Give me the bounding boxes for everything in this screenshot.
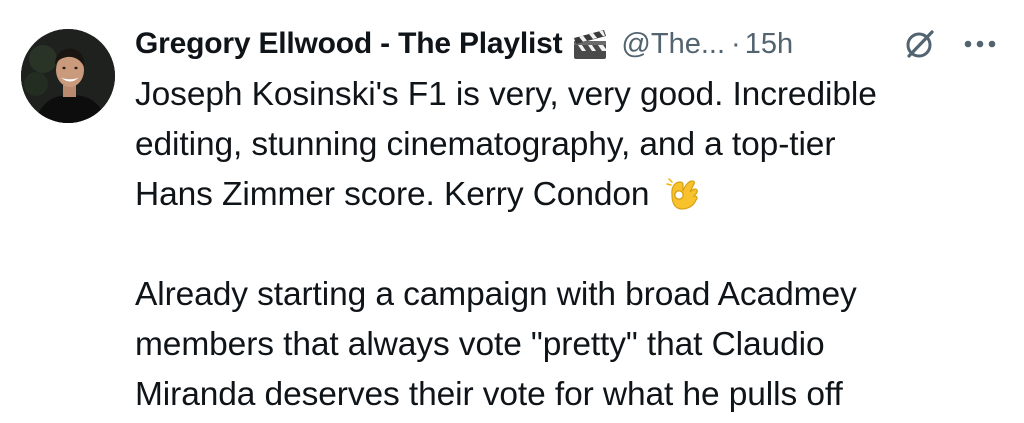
text-line: Hans Zimmer score. Kerry Condon xyxy=(135,170,1005,220)
clapper-board-icon xyxy=(571,27,609,61)
text-line: Joseph Kosinski's F1 is very, very good.… xyxy=(135,76,877,113)
tweet-text: Joseph Kosinski's F1 is very, very good.… xyxy=(135,70,1005,420)
avatar[interactable] xyxy=(21,29,115,123)
tweet-paragraph: Joseph Kosinski's F1 is very, very good.… xyxy=(135,70,1005,220)
separator-dot: · xyxy=(731,27,741,60)
avatar-photo xyxy=(21,29,115,123)
text-fragment: Hans Zimmer score. Kerry Condon xyxy=(135,176,650,213)
handle[interactable]: @The... xyxy=(621,28,725,61)
timestamp[interactable]: 15h xyxy=(745,28,793,61)
text-line: Already starting a campaign with broad A… xyxy=(135,276,857,313)
tweet-paragraph: Already starting a campaign with broad A… xyxy=(135,270,1005,420)
text-line: members that always vote "pretty" that C… xyxy=(135,326,825,363)
ok-hand-icon xyxy=(663,173,703,213)
text-line: Miranda deserves their vote for what he … xyxy=(135,376,843,413)
display-name[interactable]: Gregory Ellwood - The Playlist xyxy=(135,27,563,61)
text-line: editing, stunning cinematography, and a … xyxy=(135,126,836,163)
grok-icon[interactable] xyxy=(903,27,937,61)
tweet-header: Gregory Ellwood - The Playlist @The... ·… xyxy=(135,22,1005,66)
more-options-icon[interactable] xyxy=(962,27,996,61)
tweet: Gregory Ellwood - The Playlist @The... ·… xyxy=(0,0,1024,423)
